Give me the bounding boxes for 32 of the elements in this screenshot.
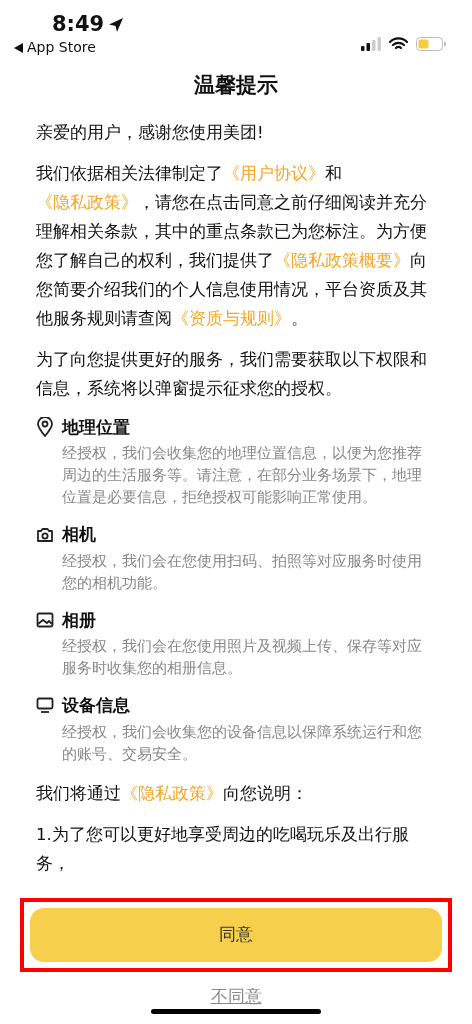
signal-icon [361, 37, 381, 51]
policy-link[interactable]: 《隐私政策概要》 [274, 250, 410, 270]
disagree-link[interactable]: 不同意 [210, 983, 262, 1009]
policy-link[interactable]: 《资质与规则》 [172, 308, 291, 328]
paragraph: 1.为了您可以更好地享受周边的吃喝玩乐及出行服务， [36, 823, 410, 875]
paragraph: 为了向您提供更好的服务，我们需要获取以下权限和信息，系统将以弹窗提示征求您的授权。 [36, 348, 428, 400]
location-arrow-icon [108, 16, 125, 33]
permission-description: 经授权，我们会收集您的设备信息以保障系统运行和您的账号、交易安全。 [61, 722, 423, 764]
agree-button[interactable]: 同意 [30, 907, 442, 962]
dialog-title: 温馨提示 [193, 72, 279, 99]
status-time: 8:49 [52, 14, 105, 35]
permission-description: 经授权，我们会在您使用照片及视频上传、保存等对应服务时收集您的相册信息。 [61, 637, 423, 678]
policy-link[interactable]: 《用户协议》 [223, 163, 325, 183]
paragraph: 我们将通过《隐私政策》向您说明： [36, 782, 309, 805]
camera-icon [36, 526, 54, 543]
paragraph: 我们依据相关法律制定了《用户协议》和 《隐私政策》，请您在点击同意之前仔细阅读并充分理解相关条款，其中的重点条款已为您标注。为方便您了解自己的权利，我们提供了《隐私政策概要》向您简要介绍我们的个人信息使用情况，平台资质及其他服务规则请查阅《资质与规则》。 [36, 162, 428, 330]
policy-link[interactable]: 《隐私政策》 [121, 783, 223, 803]
location-pin-icon [36, 417, 54, 438]
monitor-icon [36, 697, 54, 715]
paragraph: 亲爱的用户，感谢您使用美团! [36, 121, 265, 144]
picture-icon [36, 612, 54, 629]
back-triangle-icon [14, 42, 23, 53]
battery-icon [416, 37, 446, 51]
policy-link[interactable]: 《隐私政策》 [36, 192, 138, 212]
permission-title: 相机 [62, 523, 96, 546]
permission-title: 地理位置 [62, 415, 130, 439]
permission-title: 相册 [62, 608, 96, 632]
permission-description: 经授权，我们会收集您的地理位置信息，以便为您推荐周边的生活服务等。请注意，在部分业务场景下，地理位置是必要信息，拒绝授权可能影响正常使用。 [61, 444, 423, 507]
back-to-app-link[interactable]: App Store [14, 37, 125, 58]
wifi-icon [389, 37, 408, 51]
permission-description: 经授权，我们会在您使用扫码、拍照等对应服务时使用您的相机功能。 [61, 551, 423, 593]
permission-title: 设备信息 [62, 694, 130, 717]
